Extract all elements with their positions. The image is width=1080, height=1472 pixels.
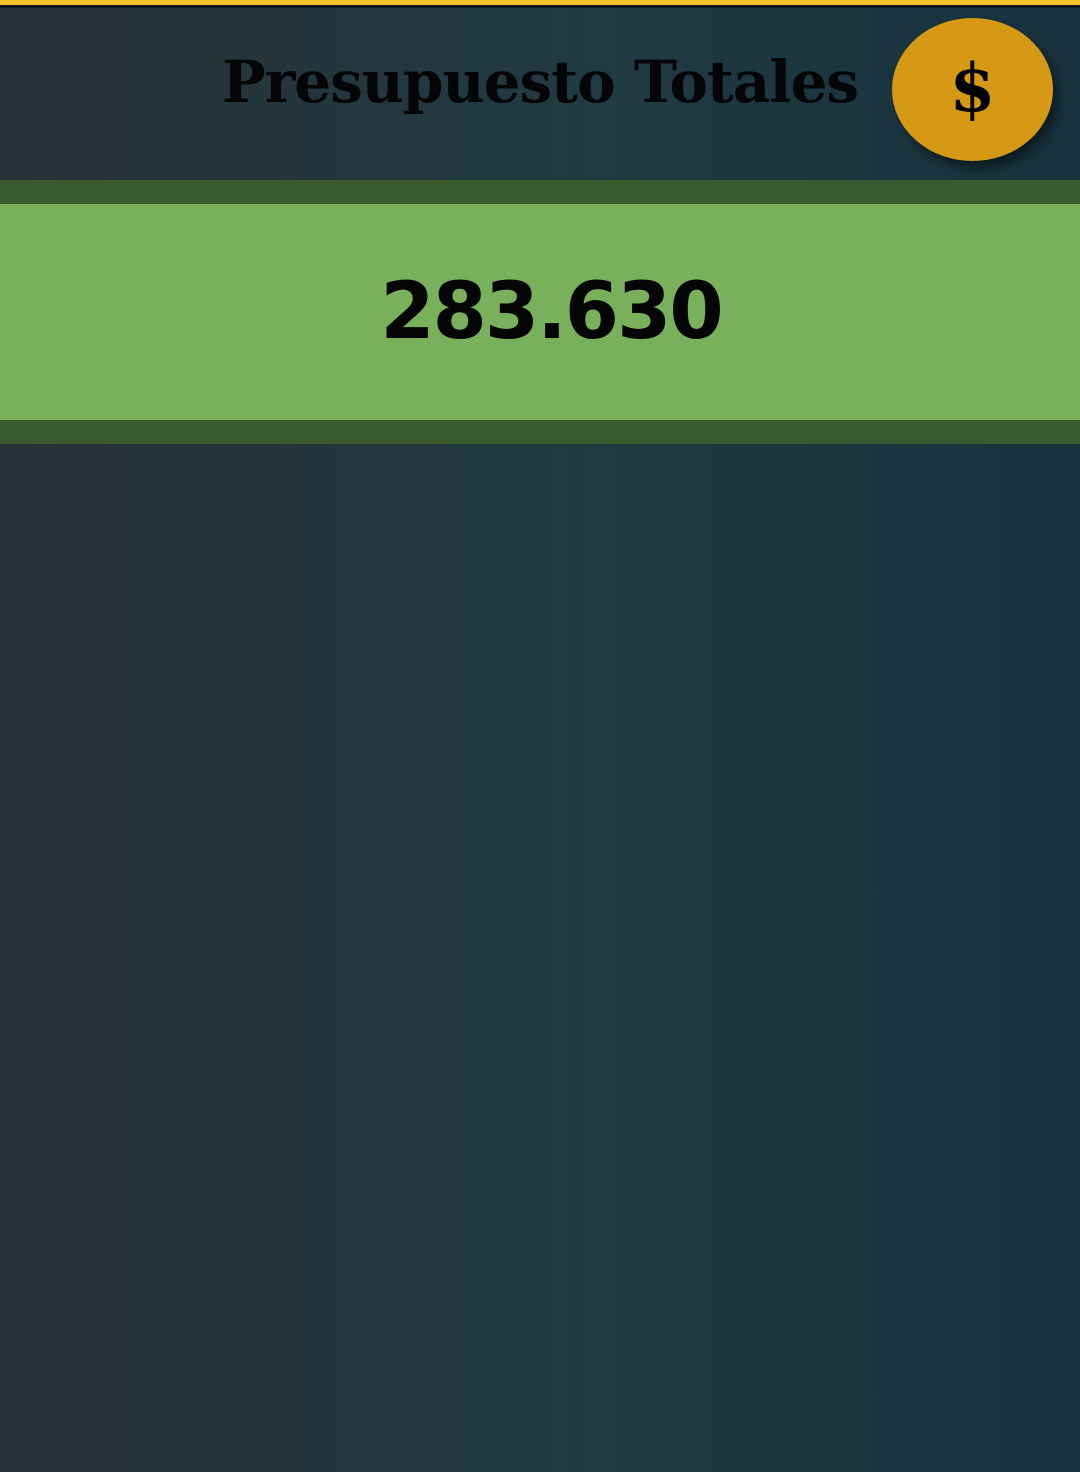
budget-total-panel: 283.630: [0, 204, 1080, 420]
app-header: Presupuesto Totales $: [0, 8, 1080, 180]
budget-total-value: 283.630: [380, 267, 723, 357]
top-accent-bar: [0, 0, 1080, 8]
dollar-coin-icon: $: [949, 48, 996, 127]
dollar-coin-button[interactable]: $: [892, 18, 1053, 161]
budget-total-band: 283.630: [0, 180, 1080, 444]
